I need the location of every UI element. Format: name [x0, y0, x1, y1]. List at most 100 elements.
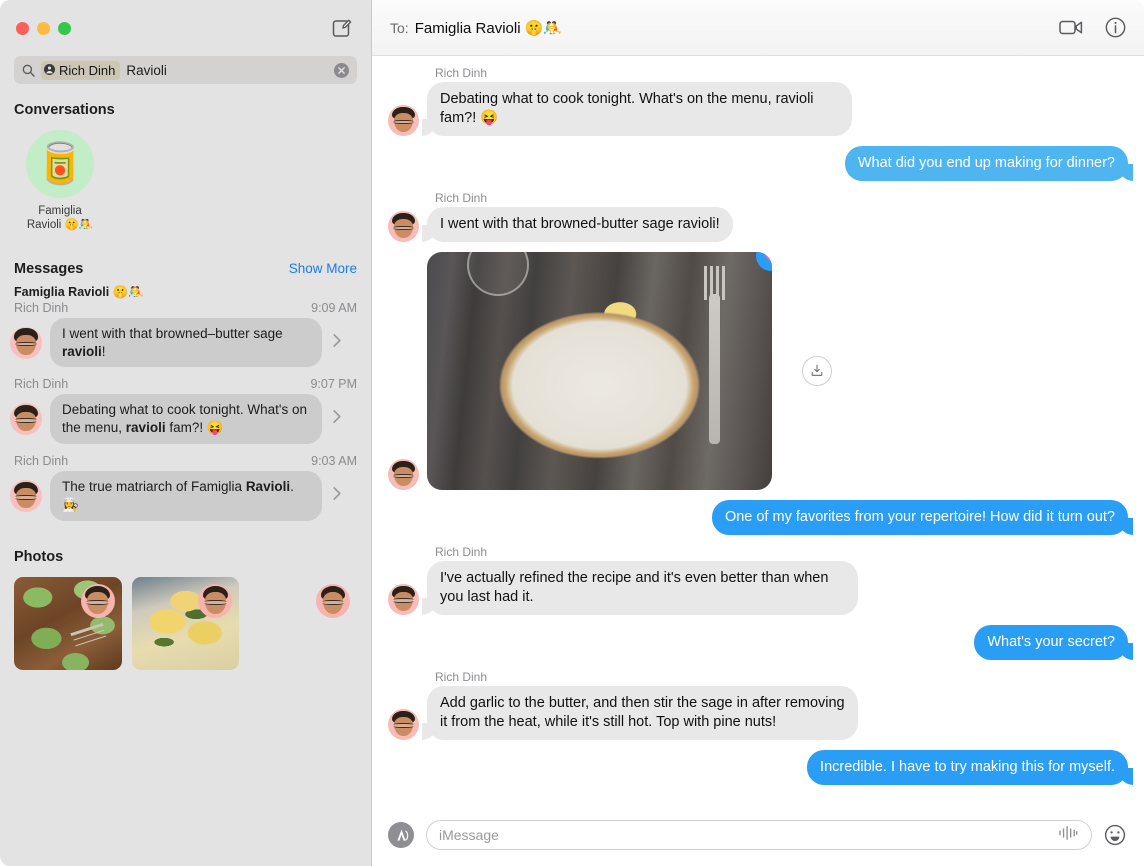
message-group: Rich Dinh I've actually refined the reci… — [388, 545, 858, 615]
conversations-heading-row: Conversations — [0, 84, 371, 126]
emoji-smiley-icon[interactable] — [1104, 824, 1126, 846]
conversation-avatar: 🥫 — [26, 130, 94, 198]
header-actions — [1059, 17, 1126, 38]
recipient-name[interactable]: Famiglia Ravioli 🤫🤼 — [415, 19, 562, 37]
message-row-incoming: Rich Dinh Add garlic to the butter, and … — [388, 670, 1128, 740]
preview-post: fam?! 😝 — [165, 420, 224, 436]
audio-waveform-icon[interactable] — [1057, 825, 1079, 846]
conversations-heading: Conversations — [14, 102, 115, 118]
download-icon[interactable] — [802, 355, 832, 386]
conversation-name-line1: Famiglia — [38, 205, 82, 217]
compose-icon[interactable] — [329, 15, 355, 41]
list-item[interactable]: Rich Dinh 9:07 PM Debating what to cook … — [0, 377, 371, 454]
avatar — [388, 104, 419, 136]
image-attachment[interactable] — [427, 251, 772, 490]
list-item[interactable]: Famiglia Ravioli 🤫🤼 Rich Dinh 9:09 AM I … — [0, 285, 371, 378]
message-bubble[interactable]: Add garlic to the butter, and then stir … — [422, 685, 858, 740]
conversation-item-famiglia-ravioli[interactable]: 🥫 Famiglia Ravioli 🤫🤼 — [14, 130, 106, 233]
avatar — [10, 326, 42, 359]
preview-match: ravioli — [62, 343, 102, 359]
info-icon[interactable] — [1105, 17, 1126, 38]
message-result-submeta: Rich Dinh 9:07 PM — [10, 377, 361, 392]
messages-heading-row: Messages Show More — [0, 243, 371, 285]
fork-shape — [704, 265, 725, 444]
avatar — [388, 583, 419, 615]
attachment-image — [427, 251, 772, 490]
imessage-input[interactable]: iMessage — [426, 820, 1092, 850]
messages-heading: Messages — [14, 260, 84, 277]
message-sender: Rich Dinh — [435, 669, 488, 684]
chevron-right-icon[interactable] — [332, 486, 342, 506]
show-more-button[interactable]: Show More — [289, 261, 357, 276]
photos-heading-row: Photos — [0, 531, 371, 573]
search-token-contact[interactable]: Rich Dinh — [41, 60, 121, 80]
message-line: Debating what to cook tonight. What's on… — [388, 82, 852, 136]
photo-thumbnail-3[interactable] — [249, 577, 357, 670]
sidebar-results[interactable]: Conversations 🥫 Famiglia Ravioli 🤫🤼 Mess… — [0, 84, 371, 866]
message-bubble[interactable]: I've actually refined the recipe and it'… — [422, 560, 858, 615]
search-icon — [22, 64, 35, 77]
photos-heading: Photos — [14, 548, 64, 565]
message-result-preview: I went with that browned–butter sage rav… — [50, 317, 322, 368]
message-list[interactable]: Rich Dinh Debating what to cook tonight.… — [372, 56, 1144, 804]
message-composer: iMessage — [372, 804, 1144, 866]
message-result-submeta: Rich Dinh 9:09 AM — [10, 301, 361, 316]
search-query-text: Ravioli — [126, 62, 167, 78]
message-result-body: The true matriarch of Famiglia Ravioli. … — [10, 469, 361, 531]
message-bubble[interactable]: Incredible. I have to try making this fo… — [807, 749, 1133, 785]
message-result-sender: Rich Dinh — [14, 454, 69, 468]
clear-icon[interactable] — [334, 62, 349, 78]
app-store-icon[interactable] — [388, 822, 414, 848]
message-group: Rich Dinh Add garlic to the butter, and … — [388, 670, 858, 740]
preview-pre: I went with that browned–butter sage — [62, 325, 283, 341]
messages-window: Rich Dinh Ravioli Conversations 🥫 Famigl… — [0, 0, 1144, 866]
video-camera-icon[interactable] — [1059, 19, 1083, 36]
zoom-window-button[interactable] — [58, 21, 71, 35]
imessage-placeholder: iMessage — [439, 827, 499, 843]
contact-icon — [44, 63, 55, 78]
message-row-incoming: Rich Dinh Debating what to cook tonight.… — [388, 66, 1128, 136]
sidebar: Rich Dinh Ravioli Conversations 🥫 Famigl… — [0, 0, 372, 866]
search-input[interactable]: Rich Dinh Ravioli — [14, 56, 357, 84]
message-row-outgoing: Incredible. I have to try making this fo… — [388, 749, 1133, 785]
avatar — [80, 583, 115, 618]
message-result-sender: Rich Dinh — [14, 300, 69, 315]
close-window-button[interactable] — [16, 21, 29, 35]
message-row-outgoing: One of my favorites from your repertoire… — [388, 499, 1134, 535]
canned-food-icon: 🥫 — [35, 142, 85, 186]
minimize-window-button[interactable] — [37, 21, 50, 35]
search-container: Rich Dinh Ravioli — [0, 56, 371, 84]
wine-glass-shape — [467, 251, 529, 296]
message-group: Rich Dinh I went with that browned-butte… — [388, 191, 733, 242]
message-bubble[interactable]: One of my favorites from your repertoire… — [711, 499, 1134, 535]
message-sender: Rich Dinh — [435, 544, 488, 559]
message-line: I went with that browned-butter sage rav… — [388, 206, 733, 242]
message-bubble[interactable]: What's your secret? — [974, 624, 1133, 660]
message-result-body: Debating what to cook tonight. What's on… — [10, 392, 361, 454]
avatar — [388, 708, 419, 740]
chevron-right-icon[interactable] — [332, 409, 342, 429]
photo-results — [0, 573, 371, 684]
chat-header: To: Famiglia Ravioli 🤫🤼 — [372, 0, 1144, 56]
sidebar-titlebar — [0, 0, 371, 56]
message-result-submeta: Rich Dinh 9:03 AM — [10, 454, 361, 469]
message-bubble[interactable]: I went with that browned-butter sage rav… — [422, 206, 733, 242]
message-result-time: 9:03 AM — [311, 454, 357, 468]
conversation-name-line2: Ravioli 🤫🤼 — [26, 219, 94, 232]
conversation-results: 🥫 Famiglia Ravioli 🤫🤼 — [0, 126, 371, 243]
message-result-sender: Rich Dinh — [14, 377, 69, 392]
list-item[interactable]: Rich Dinh 9:03 AM The true matriarch of … — [0, 454, 371, 531]
preview-match: Ravioli — [245, 479, 291, 494]
message-sender: Rich Dinh — [435, 66, 488, 80]
avatar — [316, 583, 351, 618]
chevron-right-icon[interactable] — [332, 333, 342, 353]
message-group: Rich Dinh Debating what to cook tonight.… — [388, 66, 852, 136]
preview-match: ravioli — [125, 420, 166, 436]
message-line: Add garlic to the butter, and then stir … — [388, 685, 858, 740]
message-bubble[interactable]: Debating what to cook tonight. What's on… — [422, 82, 852, 136]
message-line: I've actually refined the recipe and it'… — [388, 560, 858, 615]
photo-thumbnail-1[interactable] — [14, 576, 122, 670]
message-bubble[interactable]: What did you end up making for dinner? — [844, 145, 1134, 181]
photo-thumbnail-2[interactable] — [131, 576, 240, 670]
to-label: To: — [390, 19, 409, 36]
